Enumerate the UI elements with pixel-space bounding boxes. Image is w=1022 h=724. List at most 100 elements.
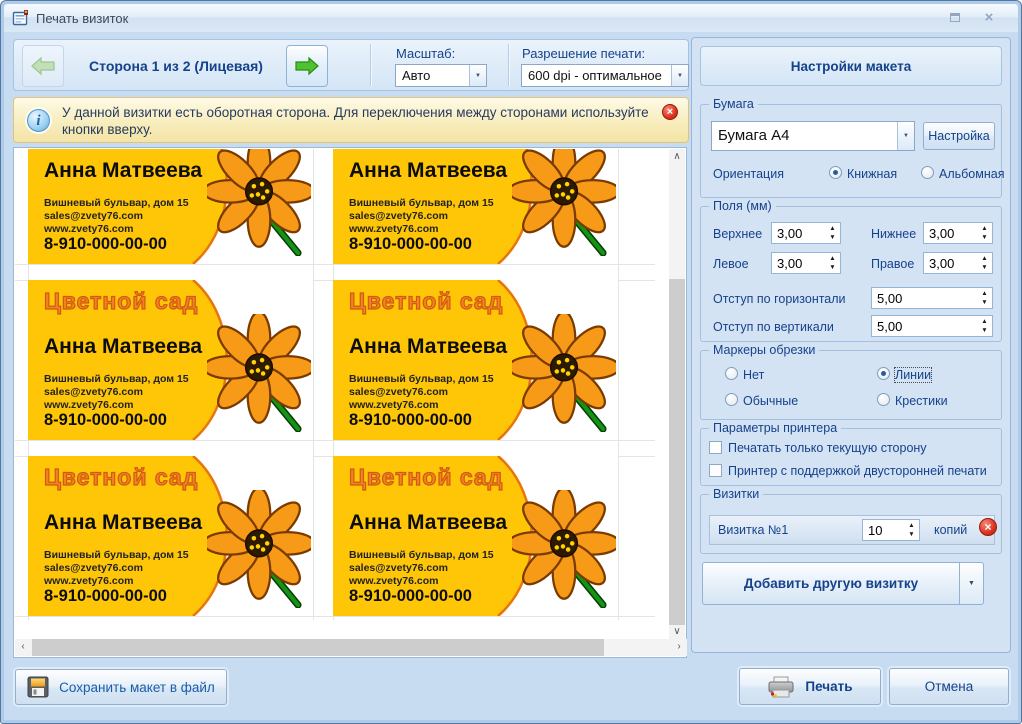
card-company: Цветной сад [349,288,503,315]
toolbar: Сторона 1 из 2 (Лицевая) Масштаб: Авто ▼… [13,39,689,91]
orientation-portrait-label[interactable]: Книжная [847,167,897,181]
paper-setup-button[interactable]: Настройка [923,122,995,150]
margin-top-label: Верхнее [713,227,762,241]
cancel-button[interactable]: Отмена [889,668,1009,705]
margin-left-label: Левое [713,257,749,271]
h-spacing-value[interactable]: 5,00 [872,288,977,308]
chevron-down-icon[interactable]: ▼ [469,65,486,86]
layout-settings-panel: Настройки макета Бумага Бумага A4 ▼ Наст… [691,37,1011,653]
margin-left-value[interactable]: 3,00 [772,253,825,273]
spin-down-icon[interactable]: ▼ [981,299,987,306]
resolution-label: Разрешение печати: [522,46,645,61]
flower-image [207,314,311,432]
spin-up-icon[interactable]: ▲ [829,225,835,232]
margin-right-spinner[interactable]: 3,00 ▲ ▼ [923,252,993,274]
spin-up-icon[interactable]: ▲ [981,318,987,325]
business-card-preview: Цветной сад Анна Матвеева Вишневый бульв… [333,456,618,616]
preview-area: Цветной сад Анна Матвеева Вишневый бульв… [13,147,687,658]
add-card-button[interactable]: Добавить другую визитку [702,562,960,605]
scroll-left-icon[interactable]: ‹ [15,639,31,655]
crop-markers-group: Маркеры обрезки Нет Линии Обычные Крести… [700,350,1002,420]
margin-left-spinner[interactable]: 3,00 ▲ ▼ [771,252,841,274]
margin-right-value[interactable]: 3,00 [924,253,977,273]
card-email: sales@zvety76.com [44,210,189,223]
maximize-button[interactable] [944,9,966,27]
markers-crosses-label[interactable]: Крестики [895,394,948,408]
horizontal-scroll-thumb[interactable] [32,639,604,656]
card-contact-lines: Вишневый бульвар, дом 15 sales@zvety76.c… [349,197,494,236]
info-icon: i [27,109,50,132]
h-spacing-spinner[interactable]: 5,00 ▲ ▼ [871,287,993,309]
copies-spinner[interactable]: 10 ▲ ▼ [862,519,920,541]
spin-down-icon[interactable]: ▼ [908,531,914,538]
save-layout-button[interactable]: Сохранить макет в файл [15,669,227,705]
markers-none-radio[interactable] [725,367,738,380]
spin-up-icon[interactable]: ▲ [981,225,987,232]
card-person-name: Анна Матвеева [349,511,507,535]
card-contact-lines: Вишневый бульвар, дом 15 sales@zvety76.c… [44,549,189,588]
chevron-down-icon[interactable]: ▼ [897,122,914,150]
previous-side-button[interactable] [22,45,64,87]
duplex-printer-checkbox[interactable] [709,464,722,477]
card-list-item[interactable]: Визитка №1 10 ▲▼ копий × [709,515,995,545]
copies-value[interactable]: 10 [863,520,904,540]
vertical-scrollbar[interactable]: ∧ ∨ [669,149,685,640]
info-close-button[interactable]: × [662,104,678,120]
scroll-right-icon[interactable]: › [671,639,687,655]
spin-up-icon[interactable]: ▲ [981,290,987,297]
markers-crosses-radio[interactable] [877,393,890,406]
markers-lines-label[interactable]: Линии [895,368,931,382]
info-message-line2: кнопки вверху. [62,121,662,138]
card-address: Вишневый бульвар, дом 15 [44,197,189,210]
markers-plain-label[interactable]: Обычные [743,394,798,408]
close-button[interactable]: × [978,9,1000,27]
margin-top-spinner[interactable]: 3,00 ▲ ▼ [771,222,841,244]
spin-down-icon[interactable]: ▼ [981,234,987,241]
print-current-side-label[interactable]: Печатать только текущую сторону [728,441,927,455]
margin-bottom-value[interactable]: 3,00 [924,223,977,243]
orientation-portrait-radio[interactable] [829,166,842,179]
resolution-select[interactable]: 600 dpi - оптимальное ▼ [521,64,689,87]
card-phone: 8-910-000-00-00 [349,235,472,254]
h-spacing-label: Отступ по горизонтали [713,292,846,306]
orientation-landscape-radio[interactable] [921,166,934,179]
title-bar[interactable]: Печать визиток × [4,4,1018,32]
vertical-scroll-thumb[interactable] [669,279,685,625]
spin-up-icon[interactable]: ▲ [908,522,914,529]
save-layout-label: Сохранить макет в файл [59,680,215,695]
spin-down-icon[interactable]: ▼ [981,264,987,271]
spin-down-icon[interactable]: ▼ [829,234,835,241]
scroll-down-icon[interactable]: ∨ [669,624,685,640]
margin-bottom-label: Нижнее [871,227,916,241]
add-card-dropdown-button[interactable]: ▼ [960,562,984,605]
spin-up-icon[interactable]: ▲ [981,255,987,262]
margin-bottom-spinner[interactable]: 3,00 ▲ ▼ [923,222,993,244]
flower-image [512,490,616,608]
delete-card-button[interactable]: × [979,518,997,536]
markers-lines-radio[interactable] [877,367,890,380]
print-current-side-checkbox[interactable] [709,441,722,454]
paper-select[interactable]: Бумага A4 ▼ [711,121,915,151]
spin-up-icon[interactable]: ▲ [829,255,835,262]
scale-select[interactable]: Авто ▼ [395,64,487,87]
scroll-up-icon[interactable]: ∧ [669,149,685,165]
margin-top-value[interactable]: 3,00 [772,223,825,243]
v-spacing-value[interactable]: 5,00 [872,316,977,336]
horizontal-scrollbar[interactable]: ‹ › [15,639,687,656]
card-email: sales@zvety76.com [349,386,494,399]
chevron-down-icon[interactable]: ▼ [671,65,688,86]
spin-down-icon[interactable]: ▼ [981,327,987,334]
card-contact-lines: Вишневый бульвар, дом 15 sales@zvety76.c… [349,549,494,588]
duplex-printer-label[interactable]: Принтер с поддержкой двусторонней печати [728,464,987,478]
preview-viewport[interactable]: Цветной сад Анна Матвеева Вишневый бульв… [15,149,669,640]
spin-down-icon[interactable]: ▼ [829,264,835,271]
orientation-landscape-label[interactable]: Альбомная [939,167,1004,181]
card-person-name: Анна Матвеева [44,511,202,535]
markers-none-label[interactable]: Нет [743,368,764,382]
next-side-button[interactable] [286,45,328,87]
markers-plain-radio[interactable] [725,393,738,406]
v-spacing-spinner[interactable]: 5,00 ▲ ▼ [871,315,993,337]
business-card-preview: Цветной сад Анна Матвеева Вишневый бульв… [333,149,618,264]
print-button[interactable]: Печать [739,668,881,705]
arrow-right-icon [294,56,320,76]
